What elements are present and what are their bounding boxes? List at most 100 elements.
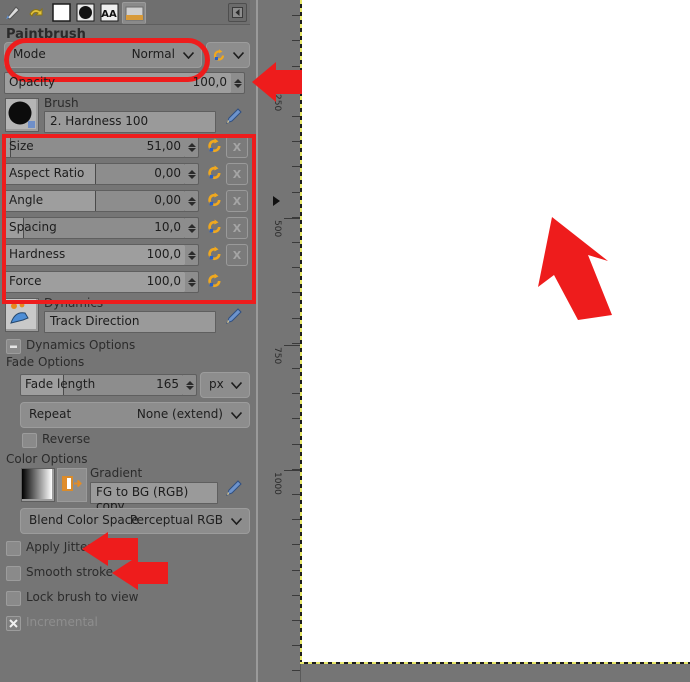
mode-combo[interactable]: Mode Normal	[4, 42, 202, 68]
reverse-checkbox[interactable]	[22, 433, 37, 448]
opacity-stepper[interactable]	[231, 72, 245, 94]
dynamics-entry[interactable]: Track Direction	[44, 311, 216, 333]
stepper-spacing[interactable]	[185, 217, 199, 239]
gradient-preview[interactable]	[21, 468, 55, 502]
blend-color-space-combo[interactable]: Blend Color Space Perceptual RGB	[20, 508, 250, 534]
dynamics-options-expander[interactable]: Dynamics Options	[6, 338, 206, 356]
dynamics-toggle-hardness[interactable]: X	[226, 244, 248, 266]
dynamics-toggle-aspect-ratio[interactable]: X	[226, 163, 248, 185]
checkbox-row-lock-brush-to-view[interactable]: Lock brush to view	[6, 590, 186, 608]
slider-label: Size	[9, 139, 34, 153]
edit-dynamics-pencil-icon[interactable]	[224, 306, 244, 326]
brushes-icon[interactable]	[74, 2, 96, 23]
slider-size[interactable]: Size 51,00	[4, 136, 186, 158]
chevron-down-icon	[233, 52, 244, 59]
checkbox-lock-brush-to-view[interactable]	[6, 591, 21, 606]
slider-force[interactable]: Force 100,0	[4, 271, 186, 293]
chevron-down-icon	[231, 412, 242, 419]
slider-aspect-ratio[interactable]: Aspect Ratio 0,00	[4, 163, 186, 185]
mode-value: Normal	[131, 47, 175, 61]
dynamics-section-label: Dynamics	[44, 296, 104, 310]
vertical-ruler[interactable]: 250 500 750 1000	[253, 0, 301, 682]
collapse-panel-icon[interactable]	[228, 3, 247, 22]
fade-length-slider[interactable]: Fade length 165	[20, 374, 184, 396]
checkbox-label: Lock brush to view	[26, 590, 139, 604]
edit-brush-pencil-icon[interactable]	[224, 106, 244, 126]
reset-aspect-ratio-icon[interactable]	[206, 164, 224, 182]
canvas-border-bottom	[300, 662, 690, 664]
checkbox-row-incremental[interactable]: Incremental	[6, 615, 186, 633]
ruler-minor-tick	[292, 519, 300, 520]
stepper-size[interactable]	[185, 136, 199, 158]
opacity-slider[interactable]: Opacity 100,0	[4, 72, 232, 94]
slider-hardness[interactable]: Hardness 100,0	[4, 244, 186, 266]
checkbox-row-smooth-stroke[interactable]: Smooth stroke	[6, 565, 186, 583]
brush-entry[interactable]: 2. Hardness 100	[44, 111, 216, 133]
fade-repeat-combo[interactable]: Repeat None (extend)	[20, 402, 250, 428]
fonts-icon[interactable]: AA	[98, 2, 120, 23]
reset-icon	[213, 49, 225, 61]
dynamics-toggle-angle[interactable]: X	[226, 190, 248, 212]
repeat-label: Repeat	[29, 407, 72, 421]
checkbox-label: Apply Jitter	[26, 540, 93, 554]
ruler-major-tick	[284, 470, 300, 471]
slider-label: Force	[9, 274, 42, 288]
fade-unit-combo[interactable]: px	[200, 372, 250, 398]
dynamics-preview[interactable]	[5, 298, 39, 332]
gradient-reverse-button[interactable]	[57, 468, 87, 502]
foreground-color-icon[interactable]	[50, 2, 72, 23]
reset-force-icon[interactable]	[206, 272, 224, 290]
expander-box-icon	[6, 339, 21, 354]
blend-value: Perceptual RGB	[129, 513, 223, 527]
image-canvas[interactable]	[300, 0, 690, 664]
checkbox-row-apply-jitter[interactable]: Apply Jitter	[6, 540, 186, 558]
ruler-minor-tick	[292, 318, 300, 319]
tool-options-icon[interactable]	[2, 2, 24, 23]
stepper-hardness[interactable]	[185, 244, 199, 266]
ruler-minor-tick	[292, 645, 300, 646]
fade-length-stepper[interactable]	[183, 374, 197, 396]
ruler-tick-label: 500	[272, 220, 282, 238]
dynamics-toggle-size[interactable]: X	[226, 136, 248, 158]
reset-spacing-icon[interactable]	[206, 218, 224, 236]
slider-value: 0,00	[154, 193, 181, 207]
document-history-icon[interactable]	[122, 2, 146, 24]
reset-size-icon[interactable]	[206, 137, 224, 155]
stepper-angle[interactable]	[185, 190, 199, 212]
ruler-position-marker	[273, 196, 280, 206]
brush-preview[interactable]	[5, 98, 39, 132]
checkbox-smooth-stroke[interactable]	[6, 566, 21, 581]
tool-options-dock: AA Paintbrush Mode Normal Opacity 100,0 …	[0, 0, 250, 682]
chevron-down-icon	[231, 382, 242, 389]
slider-value: 100,0	[146, 274, 181, 288]
ruler-minor-tick	[292, 66, 300, 67]
dynamics-toggle-spacing[interactable]: X	[226, 217, 248, 239]
ruler-tick-label: 250	[272, 94, 282, 112]
reset-angle-icon[interactable]	[206, 191, 224, 209]
slider-angle[interactable]: Angle 0,00	[4, 190, 186, 212]
checkbox-apply-jitter[interactable]	[6, 541, 21, 556]
stepper-aspect-ratio[interactable]	[185, 163, 199, 185]
undo-history-icon[interactable]	[26, 2, 48, 23]
ruler-minor-tick	[292, 166, 300, 167]
gradient-entry[interactable]: FG to BG (RGB) copy	[90, 482, 218, 513]
checkbox-label: Incremental	[26, 615, 98, 629]
ruler-minor-tick	[292, 544, 300, 545]
ruler-minor-tick	[292, 494, 300, 495]
reset-hardness-icon[interactable]	[206, 245, 224, 263]
slider-value: 0,00	[154, 166, 181, 180]
brush-value: 2. Hardness 100	[50, 114, 149, 128]
stepper-force[interactable]	[185, 271, 199, 293]
checkbox-label: Smooth stroke	[26, 565, 113, 579]
slider-spacing[interactable]: Spacing 10,0	[4, 217, 186, 239]
mode-reset-combo[interactable]	[206, 42, 250, 68]
reverse-checkbox-row[interactable]: Reverse	[22, 432, 142, 450]
edit-gradient-pencil-icon[interactable]	[224, 478, 244, 498]
checkbox-incremental[interactable]	[6, 616, 21, 631]
canvas-border-left	[300, 0, 302, 664]
fade-length-value: 165	[156, 377, 179, 391]
page-title: Paintbrush	[6, 27, 86, 42]
opacity-value: 100,0	[192, 75, 227, 89]
ruler-minor-tick	[292, 620, 300, 621]
ruler-minor-tick	[292, 192, 300, 193]
